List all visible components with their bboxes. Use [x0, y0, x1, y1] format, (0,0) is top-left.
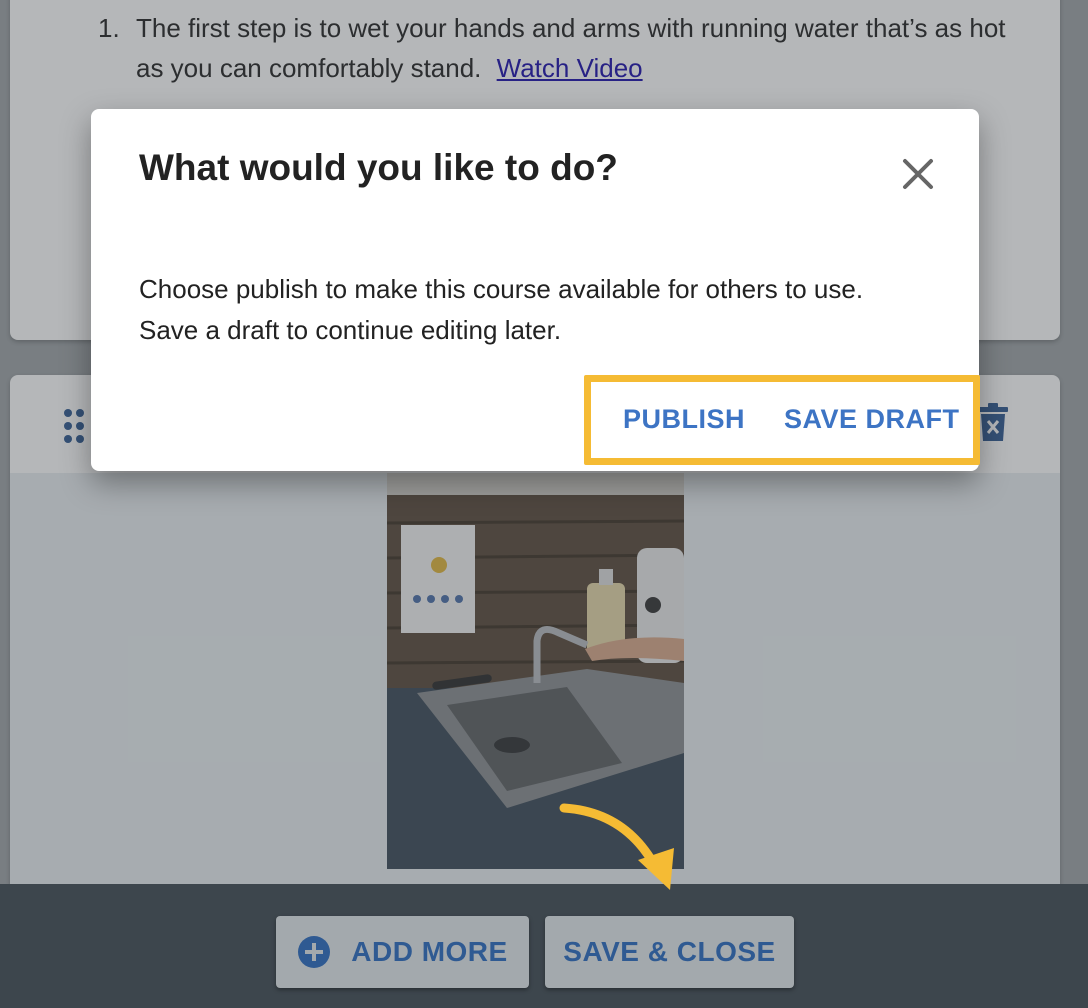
publish-button[interactable]: PUBLISH [623, 399, 745, 439]
save-and-close-label: SAVE & CLOSE [563, 936, 776, 967]
plus-circle-icon [297, 935, 331, 969]
publish-dialog: What would you like to do? Choose publis… [91, 109, 980, 471]
save-draft-button[interactable]: SAVE DRAFT [784, 399, 960, 439]
save-and-close-button[interactable]: SAVE & CLOSE [545, 916, 794, 988]
dialog-message: Choose publish to make this course avail… [139, 274, 864, 345]
close-icon[interactable] [899, 155, 937, 193]
guide-arrow-icon [559, 803, 674, 890]
dialog-title: What would you like to do? [139, 147, 618, 188]
bottom-action-bar: ADD MORE SAVE & CLOSE [0, 884, 1088, 1008]
add-more-label: ADD MORE [351, 936, 508, 967]
add-more-button[interactable]: ADD MORE [276, 916, 529, 988]
